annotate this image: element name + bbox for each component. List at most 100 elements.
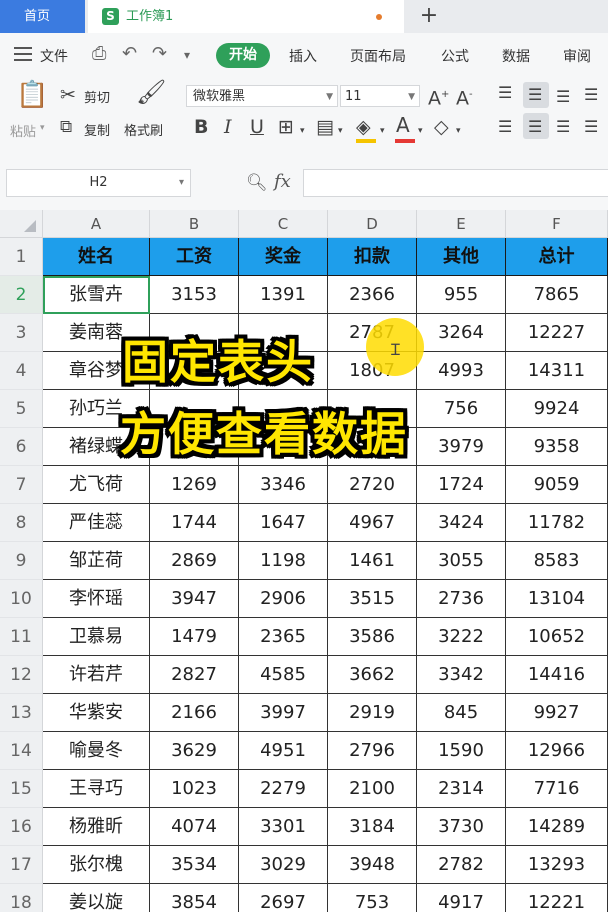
row-header-8[interactable]: 8: [0, 504, 43, 542]
paste-icon[interactable]: 📋: [16, 82, 48, 108]
menu-file[interactable]: 文件: [40, 46, 68, 66]
hamburger-menu-icon[interactable]: [14, 47, 32, 61]
justify-icon[interactable]: ☰: [584, 117, 598, 137]
menu-start[interactable]: 开始: [216, 43, 270, 68]
row-header-9[interactable]: 9: [0, 542, 43, 580]
format-painter-button[interactable]: 格式刷: [124, 120, 163, 139]
borders-icon[interactable]: ⊞: [278, 117, 294, 137]
table-cell[interactable]: 3854: [150, 884, 239, 912]
paste-dropdown-icon[interactable]: ▾: [40, 123, 45, 133]
table-cell[interactable]: 王寻巧: [43, 770, 150, 808]
table-cell[interactable]: 845: [417, 694, 506, 732]
paste-label[interactable]: 粘贴: [10, 121, 36, 140]
table-cell[interactable]: 14416: [506, 656, 608, 694]
table-cell[interactable]: 4074: [150, 808, 239, 846]
table-cell[interactable]: 姜以旋: [43, 884, 150, 912]
table-cell[interactable]: 3029: [239, 846, 328, 884]
table-cell[interactable]: 3629: [150, 732, 239, 770]
row-header-2[interactable]: 2: [0, 276, 43, 314]
table-cell[interactable]: 1479: [150, 618, 239, 656]
table-cell[interactable]: 严佳蕊: [43, 504, 150, 542]
chevron-down-icon[interactable]: ▾: [456, 121, 461, 141]
table-cell[interactable]: 3222: [417, 618, 506, 656]
menu-page-layout[interactable]: 页面布局: [350, 46, 406, 66]
table-cell[interactable]: 14311: [506, 352, 608, 390]
table-cell[interactable]: 2906: [239, 580, 328, 618]
row-header-1[interactable]: 1: [0, 238, 43, 276]
column-header-c[interactable]: C: [239, 210, 328, 238]
format-painter-icon[interactable]: 🖌: [136, 80, 166, 104]
font-color-button[interactable]: A: [396, 115, 410, 135]
zoom-search-icon[interactable]: 🔍︎: [246, 173, 268, 193]
table-cell[interactable]: 8583: [506, 542, 608, 580]
table-cell[interactable]: 1590: [417, 732, 506, 770]
column-header-f[interactable]: F: [506, 210, 608, 238]
table-cell[interactable]: 3662: [328, 656, 417, 694]
table-cell[interactable]: 卫慕易: [43, 618, 150, 656]
table-cell[interactable]: 3342: [417, 656, 506, 694]
menu-insert[interactable]: 插入: [289, 46, 317, 66]
table-cell[interactable]: 3586: [328, 618, 417, 656]
table-cell[interactable]: 2366: [328, 276, 417, 314]
chevron-down-icon[interactable]: ▾: [380, 121, 385, 141]
table-header-cell[interactable]: 姓名: [43, 238, 150, 276]
align-top-icon[interactable]: ☰: [498, 83, 512, 103]
row-header-13[interactable]: 13: [0, 694, 43, 732]
scissors-icon[interactable]: ✂: [60, 85, 76, 105]
underline-button[interactable]: U: [250, 117, 264, 137]
row-header-18[interactable]: 18: [0, 884, 43, 912]
table-cell[interactable]: 7716: [506, 770, 608, 808]
table-cell[interactable]: 2100: [328, 770, 417, 808]
table-cell[interactable]: 2919: [328, 694, 417, 732]
formula-input[interactable]: [303, 169, 608, 197]
table-cell[interactable]: 许若芹: [43, 656, 150, 694]
table-cell[interactable]: 2827: [150, 656, 239, 694]
table-cell[interactable]: 9358: [506, 428, 608, 466]
eraser-icon[interactable]: ◇: [434, 117, 449, 137]
table-cell[interactable]: 1461: [328, 542, 417, 580]
table-cell[interactable]: 756: [417, 390, 506, 428]
quick-access-dropdown-icon[interactable]: ▾: [184, 48, 190, 62]
row-header-10[interactable]: 10: [0, 580, 43, 618]
print-preview-icon[interactable]: ⎙: [92, 43, 106, 64]
align-right-icon[interactable]: ☰: [556, 117, 570, 137]
table-header-cell[interactable]: 扣款: [328, 238, 417, 276]
table-cell[interactable]: 华紫安: [43, 694, 150, 732]
table-cell[interactable]: 753: [328, 884, 417, 912]
row-header-15[interactable]: 15: [0, 770, 43, 808]
fill-color-icon[interactable]: ◈: [356, 117, 371, 137]
table-cell[interactable]: 1269: [150, 466, 239, 504]
font-size-select[interactable]: 11 ▼: [340, 85, 420, 107]
table-cell[interactable]: 1391: [239, 276, 328, 314]
table-cell[interactable]: 3184: [328, 808, 417, 846]
table-cell[interactable]: 3301: [239, 808, 328, 846]
table-cell[interactable]: 9927: [506, 694, 608, 732]
align-bottom-icon[interactable]: ☰: [556, 87, 570, 107]
table-cell[interactable]: 邹芷荷: [43, 542, 150, 580]
column-header-a[interactable]: A: [43, 210, 150, 238]
table-cell[interactable]: 1724: [417, 466, 506, 504]
table-cell[interactable]: 3947: [150, 580, 239, 618]
table-cell[interactable]: 10652: [506, 618, 608, 656]
table-cell[interactable]: 2796: [328, 732, 417, 770]
table-cell[interactable]: 2782: [417, 846, 506, 884]
table-cell[interactable]: 12221: [506, 884, 608, 912]
column-header-e[interactable]: E: [417, 210, 506, 238]
row-header-4[interactable]: 4: [0, 352, 43, 390]
table-cell[interactable]: 2720: [328, 466, 417, 504]
table-cell[interactable]: 4585: [239, 656, 328, 694]
align-center-icon[interactable]: ☰: [528, 117, 542, 137]
undo-icon[interactable]: ↶: [122, 43, 137, 64]
table-cell[interactable]: 2279: [239, 770, 328, 808]
table-header-cell[interactable]: 奖金: [239, 238, 328, 276]
chevron-down-icon[interactable]: ▾: [418, 121, 423, 141]
new-tab-button[interactable]: +: [417, 0, 441, 33]
table-cell[interactable]: 3948: [328, 846, 417, 884]
column-header-b[interactable]: B: [150, 210, 239, 238]
table-cell[interactable]: 3997: [239, 694, 328, 732]
table-cell[interactable]: 1023: [150, 770, 239, 808]
increase-font-icon[interactable]: A+: [428, 85, 449, 108]
table-cell[interactable]: 14289: [506, 808, 608, 846]
table-cell[interactable]: 2365: [239, 618, 328, 656]
chevron-down-icon[interactable]: ▾: [300, 121, 305, 141]
